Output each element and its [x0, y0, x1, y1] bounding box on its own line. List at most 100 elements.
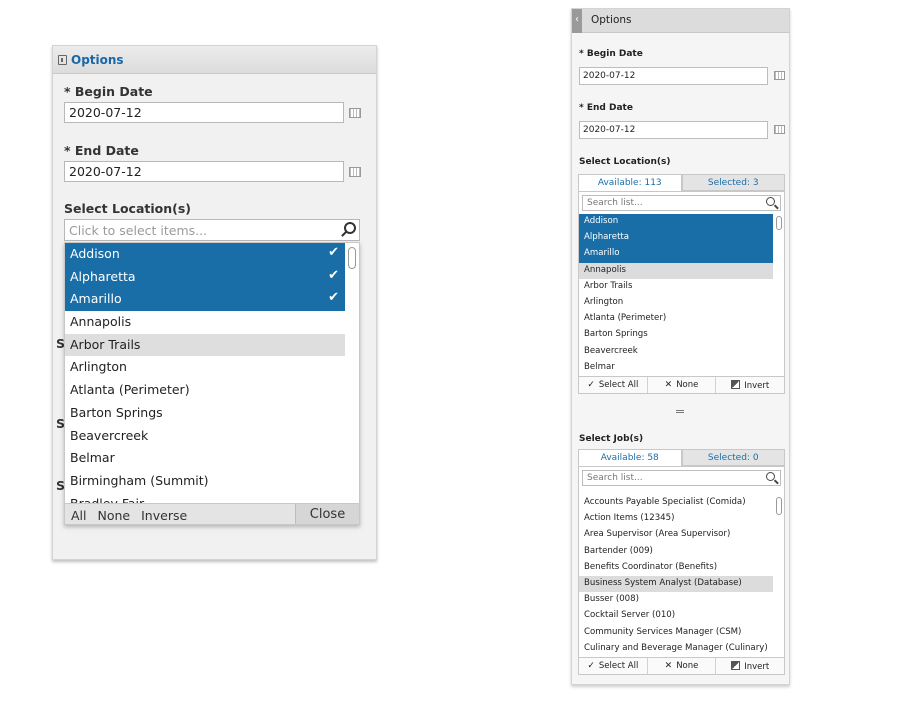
checkmark-icon: ✔ [328, 267, 339, 283]
dropdown-footer: All None Inverse Close [65, 503, 359, 524]
list-item[interactable]: Amarillo ✔ [65, 288, 345, 312]
list-item-label: Addison [70, 246, 120, 261]
none-button[interactable]: ✕ None [648, 657, 717, 674]
select-none-link[interactable]: None [98, 508, 131, 523]
close-button[interactable]: Close [295, 504, 359, 524]
list-item-label: Addison [584, 216, 619, 226]
search-icon[interactable] [766, 472, 775, 481]
list-item-label: Barton Springs [584, 329, 648, 340]
select-all-link[interactable]: All [71, 508, 87, 523]
options-title: Options [591, 14, 632, 26]
list-item[interactable]: Bartender (009) [579, 544, 773, 560]
invert-icon [731, 379, 741, 389]
checkmark-icon: ✔ [328, 290, 339, 306]
calendar-icon[interactable] [349, 167, 361, 177]
list-item[interactable]: Busser (008) [579, 592, 773, 608]
invert-button[interactable]: Invert [716, 377, 784, 393]
list-item[interactable]: Birmingham (Summit) [65, 470, 345, 493]
tab-selected[interactable]: Selected: 0 [681, 449, 785, 466]
none-button[interactable]: ✕ None [648, 376, 717, 393]
inverse-link[interactable]: Inverse [141, 508, 187, 523]
tab-available[interactable]: Available: 113 [578, 174, 682, 191]
search-placeholder: Search list... [587, 473, 643, 483]
location-label: Select Location(s) [64, 201, 191, 216]
list-item-label: Annapolis [70, 314, 132, 330]
scrollbar-thumb[interactable] [348, 247, 356, 269]
list-item[interactable]: Bradley Fair [65, 493, 345, 503]
select-all-button[interactable]: ✓ Select All [579, 657, 648, 674]
list-item-label: Alpharetta [584, 232, 630, 243]
list-item[interactable]: Culinary and Beverage Manager (Culinary) [579, 641, 773, 657]
begin-date-input[interactable]: 2020-07-12 [579, 67, 768, 85]
list-item-label: Beavercreek [584, 345, 638, 356]
calendar-icon[interactable] [349, 108, 361, 118]
list-item[interactable]: Alpharetta [579, 230, 773, 247]
list-item[interactable]: Beavercreek [65, 425, 345, 448]
tab-selected[interactable]: Selected: 3 [681, 174, 785, 191]
list-item[interactable]: Area Supervisor (Area Supervisor) [579, 527, 773, 543]
list-item[interactable]: Atlanta (Perimeter) [65, 379, 345, 402]
calendar-icon[interactable] [774, 71, 785, 80]
panel-toggle-icon[interactable] [58, 54, 67, 65]
list-item-label: Arlington [70, 359, 127, 375]
list-item-label: Benefits Coordinator (Benefits) [584, 561, 718, 572]
end-date-input[interactable]: 2020-07-12 [64, 161, 344, 182]
list-item[interactable]: Belmar [579, 360, 773, 376]
location-search-input[interactable]: Click to select items... [64, 219, 360, 241]
x-icon: ✕ [664, 379, 673, 390]
list-item[interactable]: Barton Springs [65, 402, 345, 425]
search-placeholder: Search list... [587, 198, 643, 208]
invert-button[interactable]: Invert [716, 658, 784, 674]
list-item[interactable]: Arlington [579, 295, 773, 311]
list-item[interactable]: Atlanta (Perimeter) [579, 311, 773, 327]
options-header[interactable]: Options [53, 46, 376, 74]
options-header: ‹ Options [572, 9, 789, 33]
list-item[interactable]: Beavercreek [579, 344, 773, 360]
select-all-button[interactable]: ✓ Select All [579, 376, 648, 393]
list-item[interactable]: Amarillo [579, 246, 773, 263]
checkmark-icon: ✔ [328, 245, 339, 260]
end-date-label: * End Date [64, 143, 139, 158]
list-item[interactable]: Annapolis [65, 311, 345, 334]
list-item[interactable]: Accounts Payable Specialist (Comida) [579, 495, 773, 511]
begin-date-input[interactable]: 2020-07-12 [64, 102, 344, 123]
list-item-label: Arbor Trails [584, 280, 633, 291]
collapse-icon[interactable]: ‹ [572, 9, 582, 33]
list-footer: ✓ Select All ✕ None Invert [579, 656, 784, 674]
list-item[interactable]: Benefits Coordinator (Benefits) [579, 560, 773, 576]
end-date-input[interactable]: 2020-07-12 [579, 121, 768, 139]
tab-available[interactable]: Available: 58 [578, 449, 682, 466]
search-icon[interactable] [766, 197, 775, 206]
list-item[interactable]: Addison ✔ [65, 243, 345, 266]
list-item[interactable]: Addison [579, 214, 773, 231]
list-item[interactable]: Cocktail Server (010) [579, 608, 773, 624]
job-search-input[interactable]: Search list... [582, 470, 781, 486]
invert-label: Invert [744, 380, 770, 391]
list-item[interactable]: Arbor Trails [65, 333, 345, 357]
list-item-label: Arbor Trails [70, 336, 141, 352]
list-item[interactable]: Business System Analyst (Database) [579, 575, 773, 593]
location-search-input[interactable]: Search list... [582, 195, 781, 211]
list-item[interactable]: Belmar [65, 447, 345, 470]
list-item[interactable]: Annapolis [579, 262, 773, 279]
search-icon[interactable] [344, 222, 356, 234]
begin-date-label: * Begin Date [64, 84, 153, 99]
invert-icon [731, 660, 741, 670]
location-list: Addison Alpharetta Amarillo Annapolis Arbor … [579, 214, 784, 376]
scrollbar[interactable] [348, 247, 356, 499]
calendar-icon[interactable] [774, 125, 785, 134]
search-placeholder: Click to select items... [69, 223, 208, 238]
list-item[interactable]: Alpharetta ✔ [65, 265, 345, 289]
list-item-label: Community Services Manager (CSM) [584, 626, 742, 637]
scrollbar-thumb[interactable] [776, 497, 782, 515]
list-item-label: Barton Springs [70, 404, 163, 420]
location-list: Addison ✔ Alpharetta ✔ Amarillo ✔ Annapolis Arb… [65, 243, 345, 503]
resize-handle[interactable] [676, 410, 684, 413]
list-item[interactable]: Community Services Manager (CSM) [579, 625, 773, 641]
scrollbar-thumb[interactable] [776, 216, 782, 230]
job-label: Select Job(s) [579, 434, 644, 444]
list-item[interactable]: Arbor Trails [579, 279, 773, 295]
list-item[interactable]: Barton Springs [579, 327, 773, 343]
list-item[interactable]: Action Items (12345) [579, 511, 773, 527]
list-item[interactable]: Arlington [65, 356, 345, 379]
